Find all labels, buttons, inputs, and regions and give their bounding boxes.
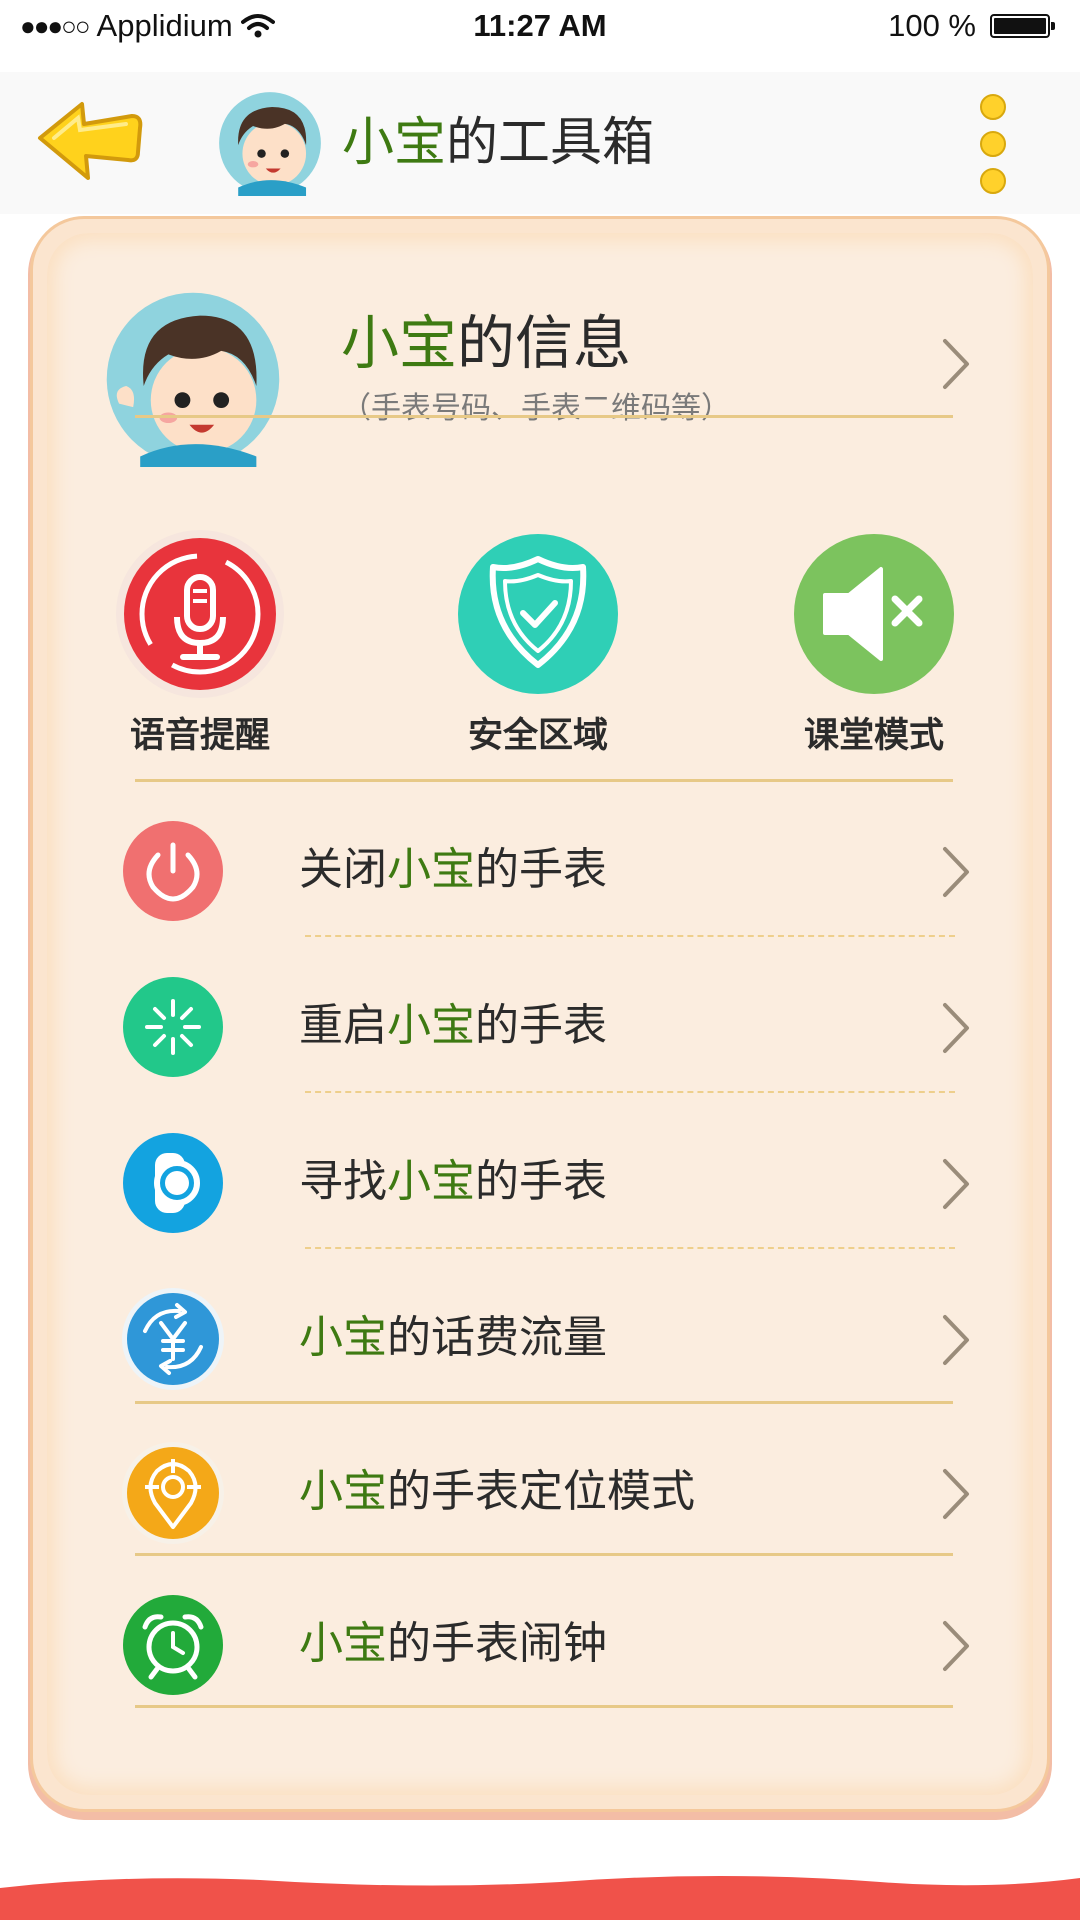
more-dot-icon <box>980 168 1006 194</box>
child-info-subtitle: （手表号码、手表二维码等） <box>341 391 731 426</box>
divider <box>135 1553 953 1556</box>
chevron-right-icon <box>941 1467 971 1521</box>
child-avatar <box>105 291 281 467</box>
quick-action-safe-zone[interactable]: 安全区域 <box>443 529 633 758</box>
more-dot-icon <box>980 131 1006 157</box>
label-post: 的话费流量 <box>387 1312 607 1363</box>
list-item-find-watch[interactable]: 寻找小宝的手表 <box>33 1101 1053 1257</box>
restart-spinner-icon <box>123 977 223 1077</box>
child-face-icon <box>219 92 321 196</box>
label-post: 的手表闹钟 <box>387 1618 607 1669</box>
list-item-label: 小宝的手表闹钟 <box>299 1615 607 1673</box>
label-post: 的手表 <box>475 1156 607 1207</box>
label-post: 的手表定位模式 <box>387 1466 695 1517</box>
label-pre: 寻找 <box>299 1156 387 1207</box>
list-item-phone-bill-data[interactable]: 小宝的话费流量 <box>33 1257 1053 1413</box>
dashed-divider <box>305 1247 955 1249</box>
alarm-clock-icon <box>123 1595 223 1695</box>
list-item-label: 小宝的手表定位模式 <box>299 1463 695 1521</box>
label-post: 的手表 <box>475 844 607 895</box>
more-options-button[interactable] <box>976 94 1012 198</box>
label-child-name: 小宝 <box>299 1466 387 1517</box>
child-info-title-text: 的信息 <box>457 309 632 377</box>
quick-action-class-mode[interactable]: 课堂模式 <box>779 529 969 758</box>
label-child-name: 小宝 <box>299 1312 387 1363</box>
chevron-right-icon <box>941 1001 971 1055</box>
divider <box>135 779 953 782</box>
watch-search-icon <box>123 1133 223 1233</box>
battery-percent: 100 % <box>888 8 976 43</box>
chevron-right-icon <box>941 845 971 899</box>
back-button[interactable] <box>34 98 146 184</box>
quick-action-label: 课堂模式 <box>803 716 944 756</box>
battery-icon <box>990 14 1055 38</box>
chevron-right-icon <box>941 1313 971 1367</box>
label-child-name: 小宝 <box>387 1156 475 1207</box>
list-item-power-off[interactable]: 关闭小宝的手表 <box>33 789 1053 945</box>
dashed-divider <box>305 1091 955 1093</box>
list-item-label: 重启小宝的手表 <box>299 997 607 1055</box>
child-face-icon <box>106 292 280 467</box>
chevron-right-icon <box>941 1619 971 1673</box>
more-vertical-icon <box>980 94 1006 120</box>
dashed-divider <box>305 935 955 937</box>
label-pre: 重启 <box>299 1000 387 1051</box>
label-child-name: 小宝 <box>387 1000 475 1051</box>
speaker-mute-icon <box>794 534 954 694</box>
label-post: 的手表 <box>475 1000 607 1051</box>
status-bar: ●●●○○ Applidium 11:27 AM 100 % <box>0 0 1080 54</box>
quick-action-label: 安全区域 <box>467 716 608 756</box>
toolbox-card: 小宝的信息 （手表号码、手表二维码等） 语音提醒 安全区域 课堂模式 关闭小宝的… <box>30 216 1050 1812</box>
microphone-icon <box>116 530 284 698</box>
yuan-refresh-icon <box>122 1288 224 1390</box>
title-text: 的工具箱 <box>446 113 655 173</box>
list-item-restart[interactable]: 重启小宝的手表 <box>33 945 1053 1101</box>
divider <box>135 1705 953 1708</box>
page-title: 小宝的工具箱 <box>342 110 654 176</box>
divider <box>135 415 953 418</box>
label-child-name: 小宝 <box>387 844 475 895</box>
chevron-right-icon <box>941 337 971 391</box>
list-item-label: 寻找小宝的手表 <box>299 1153 607 1211</box>
quick-action-label: 语音提醒 <box>129 716 270 756</box>
divider <box>135 1401 953 1404</box>
location-target-icon <box>122 1442 224 1544</box>
child-info-row[interactable]: 小宝的信息 （手表号码、手表二维码等） <box>33 219 1053 507</box>
power-icon <box>123 821 223 921</box>
navigation-bar: 小宝的工具箱 <box>0 72 1080 214</box>
list-item-label: 小宝的话费流量 <box>299 1309 607 1367</box>
label-child-name: 小宝 <box>299 1618 387 1669</box>
title-child-name: 小宝 <box>342 113 447 173</box>
list-item-alarm-clock[interactable]: 小宝的手表闹钟 <box>33 1563 1053 1719</box>
child-name: 小宝 <box>341 309 458 377</box>
child-avatar-small[interactable] <box>217 90 323 196</box>
label-pre: 关闭 <box>299 844 387 895</box>
back-arrow-icon <box>38 102 143 180</box>
list-item-location-mode[interactable]: 小宝的手表定位模式 <box>33 1411 1053 1567</box>
bottom-wave-decoration <box>0 1876 1080 1920</box>
chevron-right-icon <box>941 1157 971 1211</box>
list-item-label: 关闭小宝的手表 <box>299 841 607 899</box>
quick-action-voice-reminder[interactable]: 语音提醒 <box>105 529 295 758</box>
child-info-title: 小宝的信息 <box>341 307 631 379</box>
shield-check-icon <box>458 534 618 694</box>
status-right: 100 % <box>888 8 1055 44</box>
